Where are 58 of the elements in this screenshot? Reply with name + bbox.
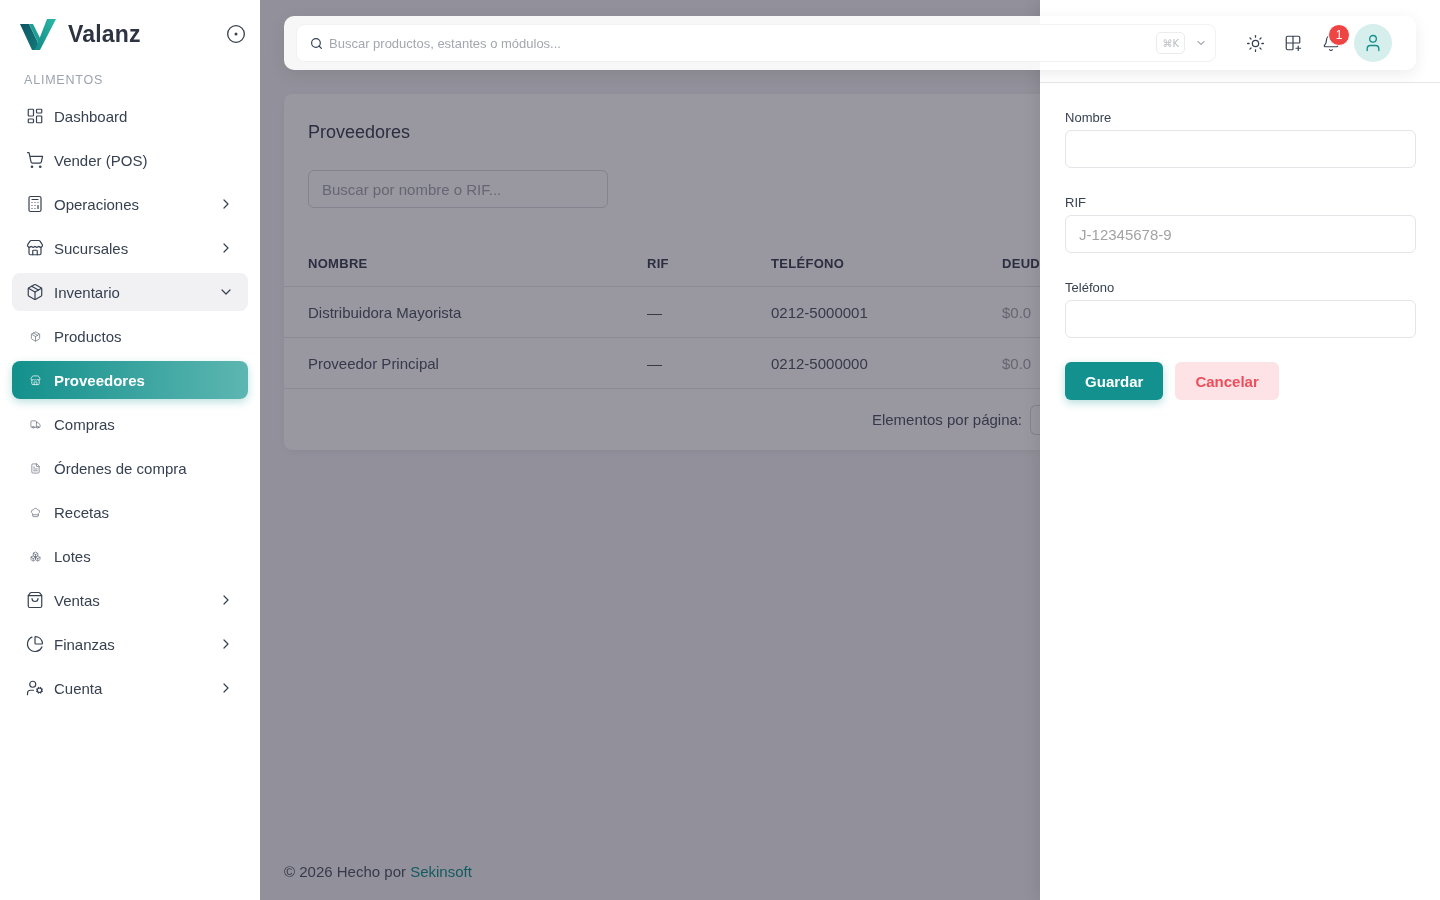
package-icon [30,330,41,342]
sidebar-item[interactable]: Inventario [12,273,248,311]
column-header: NOMBRE [307,255,369,271]
sidebar-subitem[interactable]: Productos [12,317,248,355]
cart-icon [26,151,44,169]
table-cell-text: — [647,303,663,321]
table-cell-text: 0212-5000001 [771,303,869,321]
pie-chart-icon [26,635,44,653]
sidebar-item[interactable]: Cuenta [12,669,248,707]
user-cog-icon [26,679,44,697]
search-icon [310,36,323,50]
truck-icon [30,418,41,430]
input-field[interactable] [1065,300,1417,338]
table-cell-text: 0212-5000000 [771,354,869,372]
table-cell-text: Distribuidora Mayorista [307,303,463,321]
section-label: ALIMENTOS [23,72,105,88]
package-icon [26,283,44,301]
search-input[interactable]: Buscar productos, estantes o módulos... [329,29,1151,57]
store-icon [30,374,41,386]
grid-plus-icon [1284,34,1303,52]
sidebar-item[interactable]: Finanzas [12,625,248,663]
column-header: TELÉFONO [771,255,846,271]
field-label: RIF [1065,195,1087,211]
sidebar-subitem[interactable]: Lotes [12,537,248,575]
notifications-button[interactable]: 1 [1315,27,1348,59]
shortcut-key: ⌘K [1156,32,1186,54]
document-icon [30,462,41,474]
avatar-button[interactable] [1354,24,1393,62]
table-cell-text: Proveedor Principal [307,354,440,372]
bag-icon [26,591,44,609]
sidebar-item[interactable]: Vender (POS) [12,141,248,179]
table-cell-text: — [647,354,663,372]
sun-icon [1245,33,1265,53]
circle-dot-icon[interactable] [226,24,246,44]
dashboard-icon [26,107,44,125]
sidebar-item[interactable]: Ventas [12,581,248,619]
sidebar-item[interactable]: Sucursales [12,229,248,267]
save-button[interactable]: Guardar [1065,362,1164,400]
field-label: Nombre [1065,110,1113,126]
input-field[interactable]: J-12345678-9 [1065,215,1417,253]
column-header: DEUD [1002,255,1041,271]
field-label: Teléfono [1065,280,1116,296]
sidebar-subitem[interactable]: Compras [12,405,248,443]
boxes-icon [30,550,41,562]
sidebar-subitem[interactable]: Recetas [12,493,248,531]
notification-badge: 1 [1328,24,1351,46]
sidebar-item[interactable]: Dashboard [12,97,248,135]
brand-name: Valanz [68,20,141,48]
column-header: RIF [647,255,670,271]
logo-icon [20,18,56,50]
input-field[interactable] [1065,130,1417,168]
chef-hat-icon [30,506,41,518]
sidebar-subitem[interactable]: Órdenes de compra [12,449,248,487]
page-title: Proveedores [308,121,412,144]
store-icon [26,239,44,257]
calculator-icon [26,195,44,213]
sidebar-item[interactable]: Operaciones [12,185,248,223]
pagination-label: Elementos por página: [871,411,1023,428]
